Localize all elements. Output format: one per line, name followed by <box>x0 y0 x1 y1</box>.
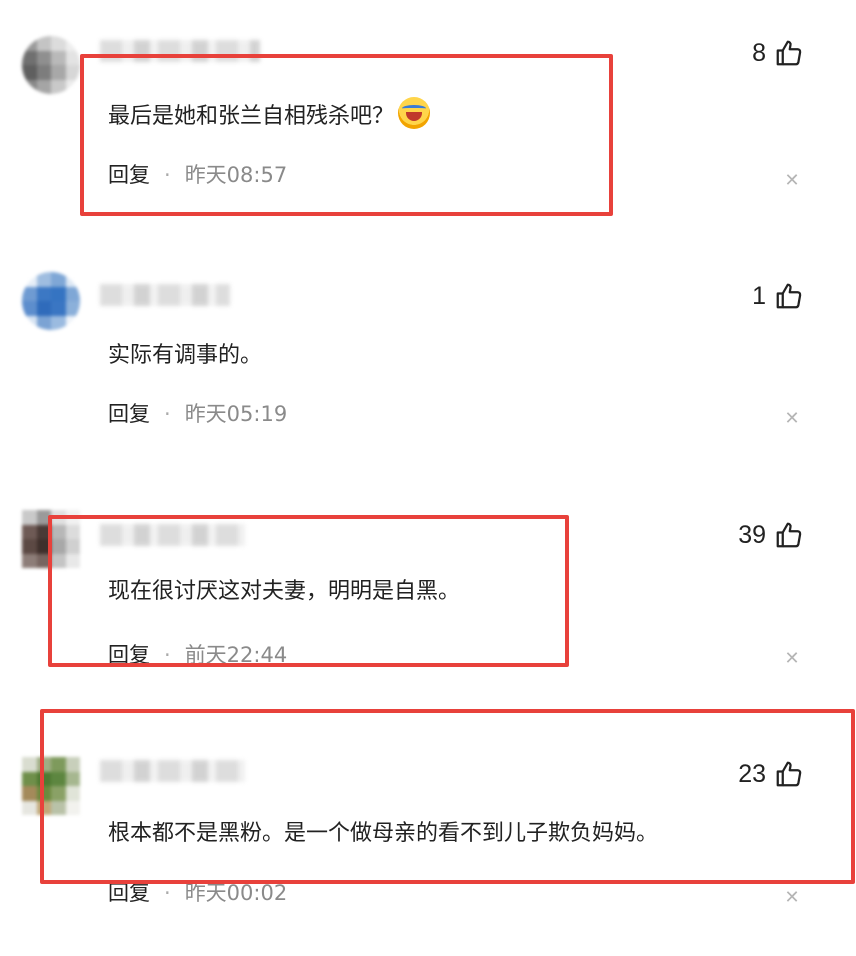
username-blurred[interactable] <box>100 760 245 782</box>
username-blurred[interactable] <box>100 40 260 62</box>
username-blurred[interactable] <box>100 524 245 546</box>
username-blurred[interactable] <box>100 284 230 306</box>
avatar[interactable] <box>22 36 80 94</box>
like-count: 23 <box>738 759 766 788</box>
comment-item: 最后是她和张兰自相残杀吧？ 回复 · 昨天08:57 8 ✕ <box>0 0 856 240</box>
reply-button[interactable]: 回复 <box>108 163 150 187</box>
thumbs-up-icon <box>776 761 802 787</box>
like-count: 8 <box>752 38 766 67</box>
thumbs-up-icon <box>776 283 802 309</box>
comment-meta: 回复 · 昨天00:02 <box>108 880 287 906</box>
comment-text: 最后是她和张兰自相残杀吧？ <box>108 97 431 132</box>
comment-item: 根本都不是黑粉。是一个做母亲的看不到儿子欺负妈妈。 回复 · 昨天00:02 23 … <box>0 705 856 956</box>
avatar[interactable] <box>22 757 80 815</box>
like-count: 39 <box>738 520 766 549</box>
close-icon[interactable]: ✕ <box>783 170 801 191</box>
avatar[interactable] <box>22 510 80 568</box>
timestamp: 昨天08:57 <box>184 163 288 187</box>
comment-item: 现在很讨厌这对夫妻，明明是自黑。 回复 · 前天22:44 39 ✕ <box>0 480 856 705</box>
close-icon[interactable]: ✕ <box>783 648 801 669</box>
comment-meta: 回复 · 昨天08:57 <box>108 162 287 188</box>
timestamp: 前天22:44 <box>184 643 288 667</box>
reply-button[interactable]: 回复 <box>108 643 150 667</box>
comment-meta: 回复 · 昨天05:19 <box>108 401 287 427</box>
comment-text: 现在很讨厌这对夫妻，明明是自黑。 <box>108 579 461 604</box>
like-count: 1 <box>752 281 766 310</box>
comment-item: 实际有调事的。 回复 · 昨天05:19 1 ✕ <box>0 240 856 480</box>
like-button[interactable]: 8 <box>752 38 804 68</box>
thumbs-up-icon <box>776 522 802 548</box>
timestamp: 昨天00:02 <box>184 881 288 905</box>
comment-text: 根本都不是黑粉。是一个做母亲的看不到儿子欺负妈妈。 <box>108 821 659 846</box>
close-icon[interactable]: ✕ <box>783 887 801 908</box>
comment-meta: 回复 · 前天22:44 <box>108 642 287 668</box>
like-button[interactable]: 1 <box>752 281 804 311</box>
reply-button[interactable]: 回复 <box>108 402 150 426</box>
avatar[interactable] <box>22 272 80 330</box>
highlight-box <box>40 709 855 884</box>
laughing-crying-emoji-icon <box>398 97 431 129</box>
comment-text: 实际有调事的。 <box>108 343 263 368</box>
like-button[interactable]: 23 <box>738 759 804 789</box>
thumbs-up-icon <box>776 40 802 66</box>
reply-button[interactable]: 回复 <box>108 881 150 905</box>
separator-dot: · <box>164 643 171 667</box>
highlight-box <box>80 54 613 216</box>
like-button[interactable]: 39 <box>738 520 804 550</box>
timestamp: 昨天05:19 <box>184 402 288 426</box>
separator-dot: · <box>164 881 171 905</box>
separator-dot: · <box>164 163 171 187</box>
close-icon[interactable]: ✕ <box>783 408 801 429</box>
separator-dot: · <box>164 402 171 426</box>
